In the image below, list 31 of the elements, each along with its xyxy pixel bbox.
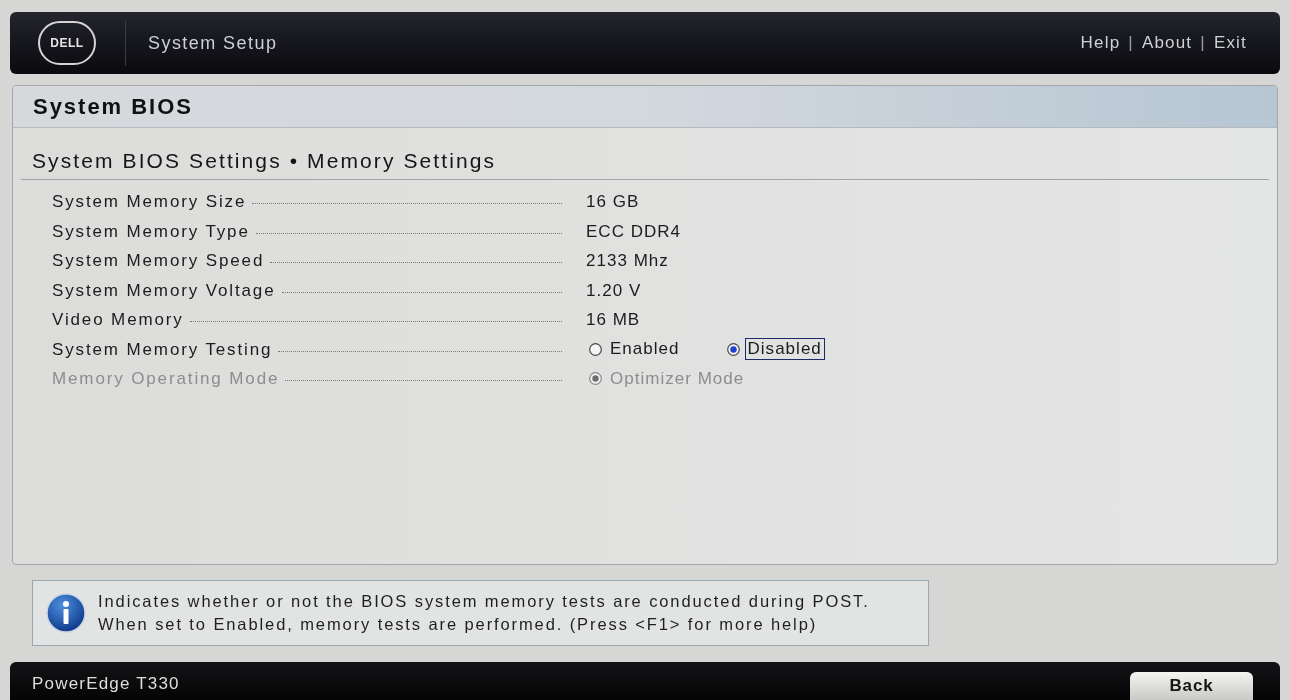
radio-icon[interactable] xyxy=(726,342,740,356)
info-icon xyxy=(46,593,86,633)
menu-link[interactable]: Help xyxy=(1080,30,1121,56)
setting-label[interactable]: System Memory Type xyxy=(52,218,250,244)
brand-logo: DELL xyxy=(38,21,96,65)
setting-label[interactable]: Video Memory xyxy=(52,307,184,333)
menu-separator: | xyxy=(1128,32,1134,55)
setting-value: 16 GB xyxy=(586,191,640,213)
back-button[interactable]: Back xyxy=(1130,672,1253,700)
option-label[interactable]: Enabled xyxy=(607,338,683,361)
breadcrumb: System BIOS Settings • Memory Settings xyxy=(21,148,1269,180)
menu-separator: | xyxy=(1200,32,1206,55)
help-text: Indicates whether or not the BIOS system memory tests are conducted during POST. xyxy=(98,591,870,612)
setting-label: Memory Operating Mode xyxy=(52,368,280,390)
setting-value: 1.20 V xyxy=(586,279,642,302)
menu-link[interactable]: Exit xyxy=(1213,30,1247,56)
option-label: Optimizer Mode xyxy=(609,367,746,390)
model-name: PowerEdge T330 xyxy=(32,673,180,695)
setting-value: 2133 Mhz xyxy=(586,250,669,272)
radio-icon[interactable] xyxy=(589,342,602,356)
setting-value: 16 MB xyxy=(586,309,641,331)
setting-label[interactable]: System Memory Testing xyxy=(52,336,273,362)
panel-title: System BIOS xyxy=(13,86,1277,128)
setting-label[interactable]: System Memory Voltage xyxy=(52,277,276,303)
setting-label[interactable]: System Memory Size xyxy=(52,189,247,215)
menu-link[interactable]: About xyxy=(1141,30,1193,56)
setting-value: ECC DDR4 xyxy=(586,220,682,243)
help-text: When set to Enabled, memory tests are performed. (Press <F1> for more help) xyxy=(98,614,819,635)
setting-label[interactable]: System Memory Speed xyxy=(52,248,265,274)
option-label[interactable]: Disabled xyxy=(744,338,825,361)
app-title: System Setup xyxy=(148,31,278,55)
